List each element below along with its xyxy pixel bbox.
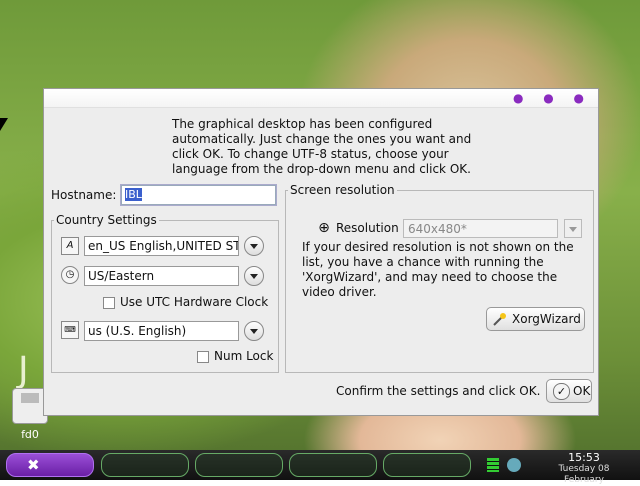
taskbar-slot-2[interactable] [195, 453, 283, 477]
magic-wand-icon [493, 313, 506, 326]
resolution-info-text: If your desired resolution is not shown … [302, 240, 574, 299]
keyboard-icon: ⌨ [61, 321, 79, 339]
intro-text: The graphical desktop has been configure… [172, 117, 472, 176]
xorgwizard-button[interactable]: XorgWizard [486, 307, 585, 331]
country-settings-legend: Country Settings [56, 213, 157, 227]
mouse-cursor [0, 118, 8, 131]
country-settings-group: Country Settings A en_US English,UNITED … [51, 213, 279, 373]
resolution-dropdown-button[interactable] [564, 219, 582, 238]
xorgwizard-label: XorgWizard [512, 312, 581, 326]
keyboard-dropdown-button[interactable] [244, 321, 264, 341]
language-select[interactable]: en_US English,UNITED STA [84, 236, 239, 256]
tools-icon: ✖ [27, 456, 40, 474]
hostname-value: IBL [125, 188, 142, 201]
ok-label: OK [573, 384, 591, 398]
confirm-text: Confirm the settings and click OK. [336, 384, 541, 398]
resolution-label: Resolution [336, 221, 399, 235]
window-controls-icon[interactable]: ● ● ● [513, 91, 592, 105]
language-icon: A [61, 237, 79, 255]
clock-icon: ◷ [61, 266, 79, 284]
taskbar-slot-3[interactable] [289, 453, 377, 477]
screen-resolution-legend: Screen resolution [290, 183, 395, 197]
utc-checkbox[interactable] [103, 297, 115, 309]
clock-date: Tuesday 08 February [558, 464, 610, 485]
checkmark-icon: ✓ [553, 383, 570, 400]
clock[interactable]: 15:53 Tuesday 08 February [538, 452, 630, 486]
display-icon: ⊕ [318, 220, 330, 236]
hostname-input[interactable]: IBL [120, 184, 277, 206]
clock-time: 15:53 [568, 451, 600, 464]
language-dropdown-button[interactable] [244, 236, 264, 256]
fd0-label: fd0 [21, 428, 39, 441]
utc-label: Use UTC Hardware Clock [120, 295, 269, 309]
desktop-wallpaper-letter: J [18, 350, 29, 391]
numlock-label: Num Lock [214, 349, 274, 363]
system-tray-icon[interactable] [507, 458, 521, 472]
start-menu-button[interactable]: ✖ [6, 453, 94, 477]
resolution-select[interactable]: 640x480* [403, 219, 558, 238]
numlock-checkbox[interactable] [197, 351, 209, 363]
dialog-titlebar[interactable]: ● ● ● [44, 89, 598, 108]
hostname-label: Hostname: [51, 188, 117, 202]
screen-resolution-group: Screen resolution ⊕ Resolution 640x480* … [285, 183, 594, 373]
taskbar-slot-4[interactable] [383, 453, 471, 477]
network-status-icon[interactable] [487, 458, 499, 472]
taskbar-slot-1[interactable] [101, 453, 189, 477]
keyboard-select[interactable]: us (U.S. English) [84, 321, 239, 341]
timezone-dropdown-button[interactable] [244, 266, 264, 286]
ok-button[interactable]: ✓ OK [546, 379, 592, 403]
timezone-select[interactable]: US/Eastern [84, 266, 239, 286]
desktop-settings-dialog: ● ● ● The graphical desktop has been con… [43, 88, 599, 416]
